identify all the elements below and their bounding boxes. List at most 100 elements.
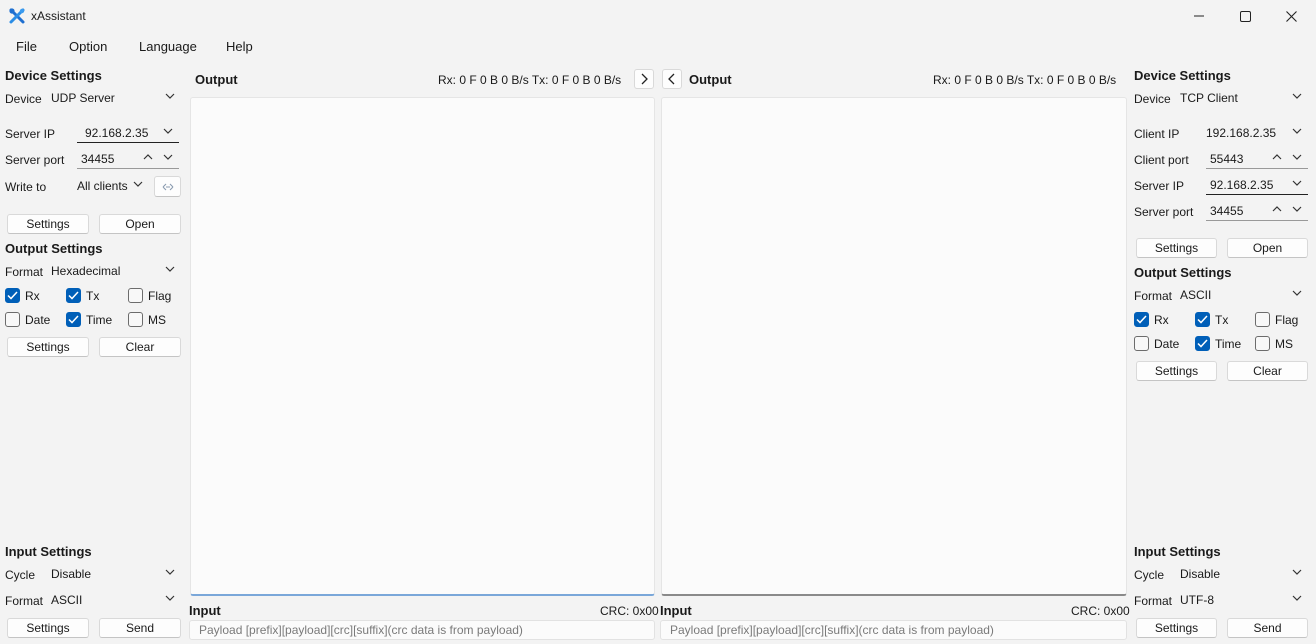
right-send-button[interactable]: Send: [1227, 618, 1308, 638]
left-send-button[interactable]: Send: [99, 618, 181, 638]
checkbox-box[interactable]: [1195, 336, 1210, 351]
checkbox-box[interactable]: [128, 288, 143, 303]
right-date-checkbox[interactable]: Date: [1134, 336, 1179, 351]
link-clients-button[interactable]: [154, 176, 181, 197]
checkbox-box[interactable]: [66, 312, 81, 327]
right-tx-checkbox[interactable]: Tx: [1195, 312, 1228, 327]
maximize-button[interactable]: [1222, 0, 1268, 32]
left-format-select[interactable]: Hexadecimal: [47, 261, 181, 281]
left-write-to-select[interactable]: All clients: [73, 176, 147, 196]
chevron-down-icon: [1292, 569, 1302, 575]
left-server-ip-input[interactable]: 92.168.2.35: [77, 123, 179, 143]
left-server-port-spinbox[interactable]: 34455: [77, 149, 179, 169]
right-payload-input[interactable]: Payload [prefix][payload][crc][suffix](c…: [660, 620, 1127, 640]
checkbox-box[interactable]: [1134, 336, 1149, 351]
right-input-title: Input: [660, 603, 692, 618]
left-output-settings-button[interactable]: Settings: [7, 337, 89, 357]
right-ms-checkbox[interactable]: MS: [1255, 336, 1293, 351]
menu-file[interactable]: File: [16, 39, 37, 54]
left-write-to-value: All clients: [77, 179, 128, 193]
left-payload-input[interactable]: Payload [prefix][payload][crc][suffix](c…: [189, 620, 655, 640]
right-client-ip-value: 192.168.2.35: [1206, 126, 1277, 140]
menu-option[interactable]: Option: [69, 39, 107, 54]
checkbox-box[interactable]: [5, 288, 20, 303]
left-format-label: Format: [5, 265, 44, 279]
checkbox-label: Date: [25, 312, 51, 327]
checkbox-box[interactable]: [66, 288, 81, 303]
right-format-select[interactable]: ASCII: [1176, 285, 1308, 305]
right-clear-button[interactable]: Clear: [1227, 361, 1308, 381]
right-settings-button[interactable]: Settings: [1136, 238, 1217, 258]
left-cycle-select[interactable]: Disable: [47, 564, 181, 584]
right-cycle-select[interactable]: Disable: [1176, 564, 1308, 584]
chevron-up-icon[interactable]: [1272, 152, 1282, 162]
right-flag-checkbox[interactable]: Flag: [1255, 312, 1298, 327]
left-server-port-label: Server port: [5, 153, 65, 167]
window-title: xAssistant: [31, 9, 86, 23]
checkbox-label: Time: [1215, 336, 1242, 351]
right-output-settings-button[interactable]: Settings: [1136, 361, 1217, 381]
checkbox-box[interactable]: [1195, 312, 1210, 327]
right-server-port-label: Server port: [1134, 205, 1194, 219]
right-client-ip-select[interactable]: 192.168.2.35: [1202, 123, 1308, 143]
title-bar: [0, 0, 1316, 32]
minimize-icon: [1194, 15, 1204, 17]
left-rx-checkbox[interactable]: Rx: [5, 288, 40, 303]
checkbox-box[interactable]: [1134, 312, 1149, 327]
expand-right-button[interactable]: [634, 69, 654, 89]
chevron-up-icon[interactable]: [1272, 204, 1282, 214]
checkbox-label: Rx: [25, 288, 40, 303]
menu-help[interactable]: Help: [226, 39, 253, 54]
right-output-text-area[interactable]: [661, 97, 1127, 596]
left-input-settings-button[interactable]: Settings: [7, 618, 89, 638]
right-open-button[interactable]: Open: [1227, 238, 1308, 258]
right-output-title: Output: [689, 72, 732, 87]
menu-language[interactable]: Language: [139, 39, 197, 54]
chevron-right-icon: [641, 73, 648, 85]
right-time-checkbox[interactable]: Time: [1195, 336, 1241, 351]
left-server-ip-label: Server IP: [5, 127, 56, 141]
left-tx-checkbox[interactable]: Tx: [66, 288, 99, 303]
link-clients-icon: [162, 183, 173, 190]
chevron-down-icon[interactable]: [1292, 152, 1302, 162]
right-rx-checkbox[interactable]: Rx: [1134, 312, 1169, 327]
checkbox-label: Tx: [1215, 312, 1229, 327]
checkbox-box[interactable]: [5, 312, 20, 327]
checkbox-label: Tx: [86, 288, 100, 303]
checkbox-box[interactable]: [128, 312, 143, 327]
left-input-title: Input: [189, 603, 221, 618]
checkmark-icon: [68, 315, 79, 324]
right-output-settings-title: Output Settings: [1134, 265, 1232, 280]
chevron-down-icon[interactable]: [1292, 204, 1302, 214]
left-input-format-select[interactable]: ASCII: [47, 590, 181, 610]
checkbox-box[interactable]: [1255, 336, 1270, 351]
right-input-settings-button[interactable]: Settings: [1136, 618, 1217, 638]
left-clear-button[interactable]: Clear: [99, 337, 181, 357]
checkmark-icon: [1197, 339, 1208, 348]
left-format-value: Hexadecimal: [51, 264, 121, 278]
left-open-button[interactable]: Open: [99, 214, 181, 234]
left-cycle-label: Cycle: [5, 568, 36, 582]
expand-left-button[interactable]: [662, 69, 682, 89]
right-server-ip-input[interactable]: 92.168.2.35: [1206, 175, 1308, 195]
left-output-text-area[interactable]: [190, 97, 655, 596]
right-input-settings-title: Input Settings: [1134, 544, 1221, 559]
checkbox-box[interactable]: [1255, 312, 1270, 327]
minimize-button[interactable]: [1176, 0, 1222, 32]
left-ms-checkbox[interactable]: MS: [128, 312, 166, 327]
right-input-format-select[interactable]: UTF-8: [1176, 590, 1308, 610]
right-crc-label: CRC: 0x00: [1071, 604, 1130, 618]
close-button[interactable]: [1268, 0, 1314, 32]
right-client-port-spinbox[interactable]: 55443: [1206, 149, 1308, 169]
chevron-down-icon[interactable]: [163, 152, 173, 162]
right-server-port-spinbox[interactable]: 34455: [1206, 201, 1308, 221]
right-client-port-value: 55443: [1210, 151, 1244, 166]
left-flag-checkbox[interactable]: Flag: [128, 288, 171, 303]
left-date-checkbox[interactable]: Date: [5, 312, 50, 327]
maximize-icon: [1239, 10, 1251, 22]
chevron-up-icon[interactable]: [143, 152, 153, 162]
left-time-checkbox[interactable]: Time: [66, 312, 112, 327]
right-device-select[interactable]: TCP Client: [1176, 88, 1308, 108]
left-device-select[interactable]: UDP Server: [47, 88, 181, 108]
left-settings-button[interactable]: Settings: [7, 214, 89, 234]
